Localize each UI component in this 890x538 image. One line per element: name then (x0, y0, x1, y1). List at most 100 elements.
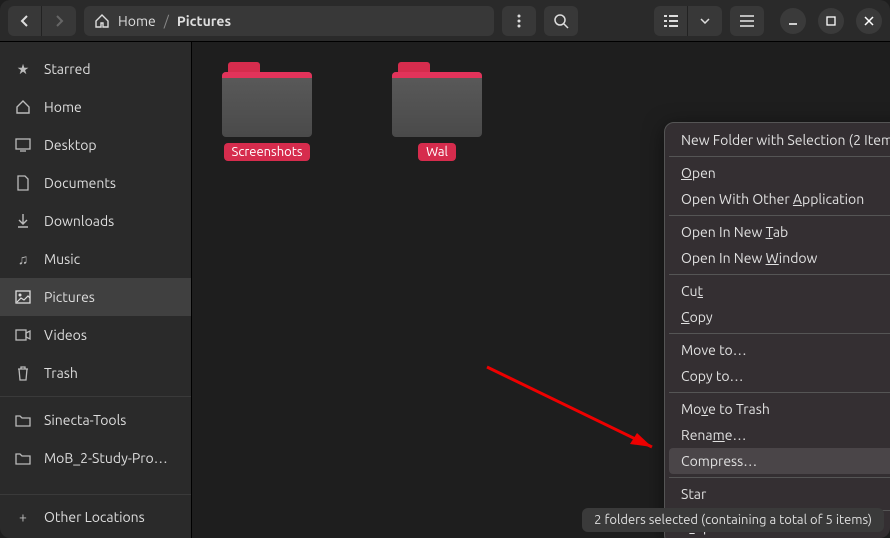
menu-item[interactable]: OpenReturn (669, 160, 890, 186)
search-button[interactable] (544, 6, 578, 36)
file-manager-window: Home / Pictures (0, 0, 890, 538)
list-icon (664, 15, 678, 27)
titlebar: Home / Pictures (0, 0, 890, 42)
menu-item[interactable]: Star (669, 481, 890, 507)
chevron-down-icon (700, 18, 710, 24)
context-menu: New Folder with Selection (2 Items) OpenR… (664, 122, 890, 538)
hamburger-menu-button[interactable] (730, 6, 764, 36)
home-icon (14, 99, 32, 115)
folder-icon (14, 451, 32, 465)
menu-item-label: Star (681, 486, 706, 502)
menu-item-label: Cut (681, 283, 703, 299)
sidebar-bookmark-sinecta[interactable]: Sinecta-Tools (0, 401, 191, 439)
chevron-left-icon (20, 14, 30, 28)
close-icon (864, 16, 874, 26)
menu-item-label: Open In New Window (681, 250, 817, 266)
menu-item-label: Copy (681, 309, 713, 325)
list-view-button[interactable] (654, 6, 688, 36)
menu-item-label: Compress… (681, 453, 757, 469)
close-button[interactable] (856, 8, 882, 34)
menu-item[interactable]: Compress… (669, 448, 890, 474)
minimize-button[interactable] (780, 8, 806, 34)
window-controls (780, 8, 882, 34)
videos-icon (14, 329, 32, 341)
sidebar-item-desktop[interactable]: Desktop (0, 126, 191, 164)
sidebar-item-videos[interactable]: Videos (0, 316, 191, 354)
sidebar-other-locations[interactable]: + Other Locations (0, 494, 191, 538)
menu-item-label: Copy to… (681, 368, 743, 384)
folder-icon (392, 62, 482, 137)
menu-item-label: Move to… (681, 342, 747, 358)
star-icon: ★ (14, 61, 32, 78)
menu-item[interactable]: CutCtrl+X (669, 278, 890, 304)
sidebar-item-label: Other Locations (44, 509, 145, 525)
sidebar-item-label: Videos (44, 327, 87, 343)
sidebar-item-trash[interactable]: Trash (0, 354, 191, 392)
sidebar-item-starred[interactable]: ★ Starred (0, 50, 191, 88)
menu-item[interactable]: Rename…F2 (669, 422, 890, 448)
menu-item-label: Open In New Tab (681, 224, 788, 240)
hamburger-icon (740, 15, 754, 27)
menu-separator (669, 392, 890, 393)
content-area[interactable]: Screenshots Wal New Folder with Selectio… (192, 42, 890, 538)
menu-item[interactable]: Open With Other Application (669, 186, 890, 212)
maximize-button[interactable] (818, 8, 844, 34)
sidebar-bookmark-mob[interactable]: MoB_2-Study-Pro… (0, 439, 191, 477)
folder-icon (14, 413, 32, 427)
sidebar-item-label: Documents (44, 175, 116, 191)
desktop-icon (14, 138, 32, 152)
sidebar-item-music[interactable]: ♫ Music (0, 240, 191, 278)
download-icon (14, 213, 32, 229)
folder-icon (222, 62, 312, 137)
document-icon (14, 175, 32, 191)
sidebar-item-documents[interactable]: Documents (0, 164, 191, 202)
sidebar-item-label: Home (44, 99, 82, 115)
sidebar-item-downloads[interactable]: Downloads (0, 202, 191, 240)
menu-separator (669, 274, 890, 275)
menu-item[interactable]: Open In New WindowShift+Return (669, 245, 890, 271)
maximize-icon (826, 16, 836, 26)
sidebar-item-label: Desktop (44, 137, 97, 153)
sidebar-item-label: Sinecta-Tools (44, 412, 126, 428)
sidebar-item-label: Music (44, 251, 80, 267)
folder-wallpapers[interactable]: Wal (392, 62, 482, 161)
view-mode-group (654, 6, 722, 36)
folder-label: Wal (418, 143, 456, 161)
sidebar-item-pictures[interactable]: Pictures (0, 278, 191, 316)
path-current[interactable]: Pictures (177, 13, 231, 29)
menu-item[interactable]: Move to… (669, 337, 890, 363)
sidebar-item-label: Trash (44, 365, 78, 381)
plus-icon: + (14, 509, 32, 525)
menu-separator (669, 215, 890, 216)
menu-item[interactable]: Open In New TabCtrl+Return (669, 219, 890, 245)
menu-item[interactable]: CopyCtrl+C (669, 304, 890, 330)
music-icon: ♫ (14, 251, 32, 267)
minimize-icon (788, 16, 798, 26)
kebab-menu-button[interactable] (502, 6, 536, 36)
search-icon (553, 13, 569, 29)
menu-item[interactable]: Copy to… (669, 363, 890, 389)
home-icon (94, 13, 110, 29)
sidebar-item-home[interactable]: Home (0, 88, 191, 126)
back-button[interactable] (8, 6, 42, 36)
body: ★ Starred Home Desktop Documents Downloa… (0, 42, 890, 538)
path-home[interactable]: Home (118, 13, 156, 29)
pictures-icon (14, 290, 32, 304)
folder-screenshots[interactable]: Screenshots (222, 62, 312, 161)
menu-separator (669, 156, 890, 157)
chevron-right-icon (54, 14, 64, 28)
sidebar-item-label: Starred (44, 61, 91, 77)
trash-icon (14, 365, 32, 381)
sidebar-item-label: Pictures (44, 289, 95, 305)
sidebar-item-label: Downloads (44, 213, 114, 229)
menu-separator (669, 333, 890, 334)
forward-button[interactable] (42, 6, 76, 36)
view-dropdown-button[interactable] (688, 6, 722, 36)
pathbar[interactable]: Home / Pictures (84, 6, 494, 36)
menu-item-label: New Folder with Selection (2 Items) (681, 132, 890, 148)
sidebar-item-label: MoB_2-Study-Pro… (44, 450, 168, 466)
menu-item[interactable]: New Folder with Selection (2 Items) (669, 127, 890, 153)
sidebar: ★ Starred Home Desktop Documents Downloa… (0, 42, 192, 538)
menu-item[interactable]: Move to TrashDelete (669, 396, 890, 422)
menu-separator (669, 477, 890, 478)
